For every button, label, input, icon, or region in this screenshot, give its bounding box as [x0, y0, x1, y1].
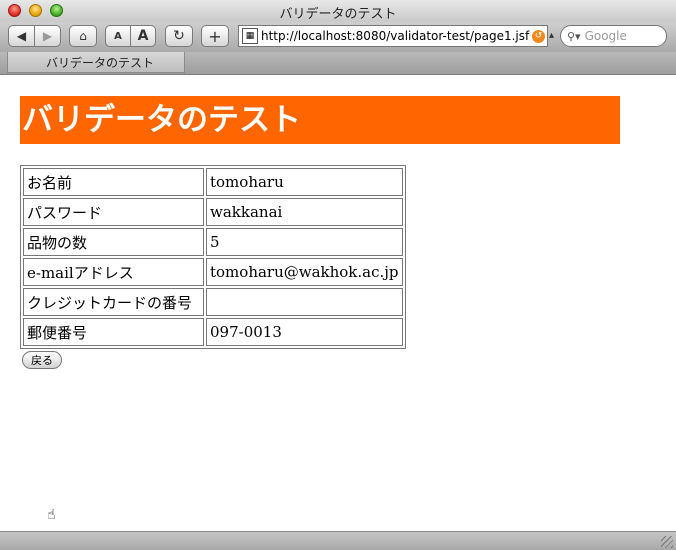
row-value: tomoharu: [206, 168, 403, 196]
reload-icon: ↻: [173, 28, 185, 44]
add-bookmark-button[interactable]: +: [201, 25, 229, 47]
home-icon: ⌂: [79, 29, 87, 43]
table-row: 品物の数 5: [23, 228, 403, 256]
row-label: 郵便番号: [23, 318, 204, 346]
table-row: クレジットカードの番号: [23, 288, 403, 316]
search-input[interactable]: Google: [585, 29, 627, 43]
text-bigger-icon: A: [137, 28, 149, 44]
reload-button[interactable]: ↻: [165, 25, 193, 47]
search-field[interactable]: ⚲▾ Google: [560, 25, 667, 47]
table-row: 郵便番号 097-0013: [23, 318, 403, 346]
plus-icon: +: [208, 26, 222, 46]
forward-arrow-icon: ▶: [42, 29, 53, 43]
snapback-icon[interactable]: ↺: [532, 29, 545, 43]
address-bar[interactable]: ▦ http://localhost:8080/validator-test/p…: [238, 25, 548, 47]
status-bar: [0, 531, 676, 550]
row-label: e-mailアドレス: [23, 258, 204, 286]
title-bar: バリデータのテスト: [0, 0, 676, 23]
row-value: 097-0013: [206, 318, 403, 346]
forward-button[interactable]: ▶: [34, 25, 61, 47]
row-label: 品物の数: [23, 228, 204, 256]
row-label: お名前: [23, 168, 204, 196]
window-title: バリデータのテスト: [279, 7, 397, 22]
row-value: tomoharu@wakhok.ac.jp: [206, 258, 403, 286]
table-row: e-mailアドレス tomoharu@wakhok.ac.jp: [23, 258, 403, 286]
row-value: 5: [206, 228, 403, 256]
back-button[interactable]: ◀: [8, 25, 35, 47]
page-content: バリデータのテスト お名前 tomoharu パスワード wakkanai 品物…: [0, 75, 676, 531]
back-arrow-icon: ◀: [16, 29, 27, 43]
text-bigger-button[interactable]: A: [130, 25, 156, 47]
home-button[interactable]: ⌂: [69, 25, 97, 47]
page-favicon-icon: ▦: [242, 28, 258, 44]
table-row: パスワード wakkanai: [23, 198, 403, 226]
table-row: お名前 tomoharu: [23, 168, 403, 196]
hand-cursor-icon: ☝: [47, 507, 56, 523]
page-title: バリデータのテスト: [20, 96, 620, 144]
row-label: クレジットカードの番号: [23, 288, 204, 316]
back-page-button[interactable]: 戻る: [22, 351, 62, 369]
tab-bar: バリデータのテスト: [0, 52, 676, 75]
address-input[interactable]: http://localhost:8080/validator-test/pag…: [261, 29, 532, 43]
text-smaller-button[interactable]: A: [105, 25, 131, 47]
address-caret-icon: ▴: [549, 30, 555, 41]
row-label: パスワード: [23, 198, 204, 226]
text-smaller-icon: A: [114, 30, 122, 42]
row-value: [206, 288, 403, 316]
row-value: wakkanai: [206, 198, 403, 226]
resize-grip-icon[interactable]: [661, 536, 673, 548]
tab-validator-test[interactable]: バリデータのテスト: [7, 52, 185, 73]
search-icon[interactable]: ⚲▾: [567, 30, 581, 43]
result-table: お名前 tomoharu パスワード wakkanai 品物の数 5 e-mai…: [20, 165, 406, 349]
browser-toolbar: ◀ ▶ ⌂ A A ↻ + ▦ http://localhost:8080/va…: [0, 22, 676, 52]
